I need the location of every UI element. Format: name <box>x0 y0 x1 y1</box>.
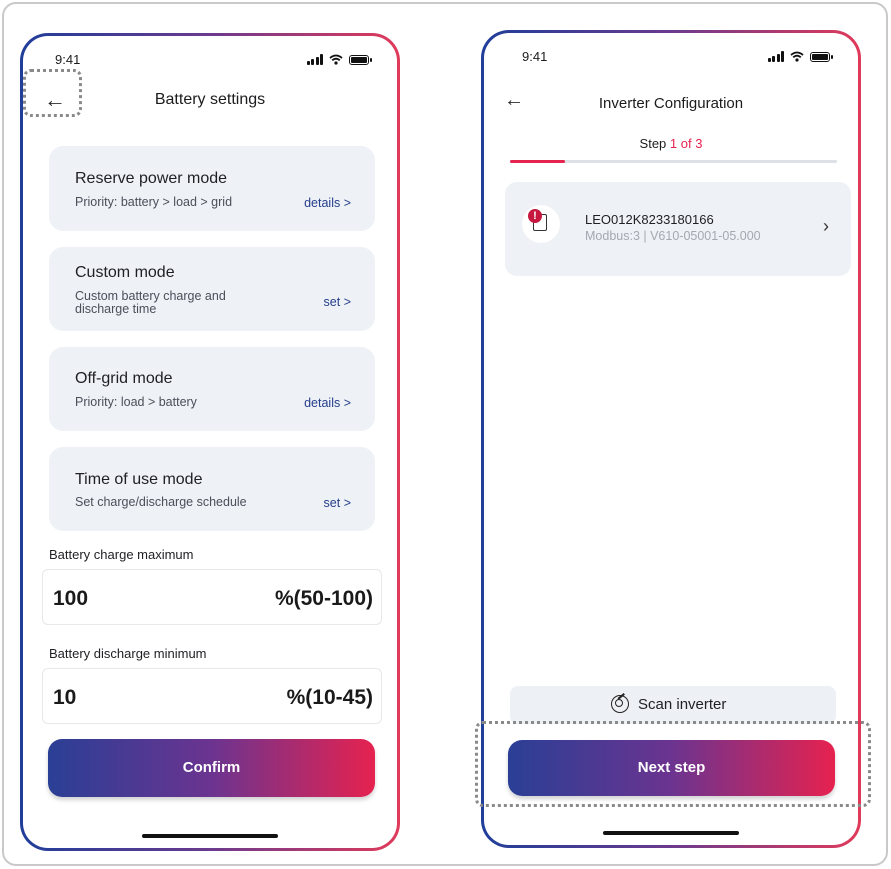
details-link[interactable]: details > <box>304 196 351 210</box>
step-progress-fill <box>510 160 565 163</box>
confirm-button[interactable]: Confirm <box>48 739 375 797</box>
mode-title: Custom mode <box>75 264 175 281</box>
step-prefix: Step <box>639 136 667 151</box>
charge-max-input[interactable]: 100 %(50-100) <box>42 569 382 625</box>
step-progress-bar <box>510 160 837 163</box>
radar-scan-icon <box>611 695 629 713</box>
mode-description: Set charge/discharge schedule <box>75 495 247 509</box>
home-indicator <box>603 831 739 835</box>
mode-title: Reserve power mode <box>75 170 228 187</box>
discharge-min-value: 10 <box>53 686 77 709</box>
next-step-highlight <box>475 721 871 807</box>
status-time: 9:41 <box>522 49 548 64</box>
inverter-avatar: ! <box>522 205 560 243</box>
inverter-details: Modbus:3 | V610-05001-05.000 <box>585 229 761 243</box>
inverter-list-item[interactable]: ! LEO012K8233180166 Modbus:3 | V610-0500… <box>505 182 851 276</box>
back-button-highlight <box>23 69 82 117</box>
status-bar: 9:41 <box>484 49 858 71</box>
mode-card-time-of-use[interactable]: Time of use mode Set charge/discharge sc… <box>49 447 375 531</box>
page-title: Inverter Configuration <box>598 95 744 112</box>
details-link[interactable]: details > <box>304 396 351 410</box>
set-link[interactable]: set > <box>324 496 351 510</box>
discharge-min-range: %(10-45) <box>286 686 373 709</box>
step-indicator: Step 1 of 3 <box>484 136 858 151</box>
discharge-min-label: Battery discharge minimum <box>49 646 207 661</box>
scan-inverter-label: Scan inverter <box>638 696 727 713</box>
status-icons <box>767 51 833 62</box>
inverter-serial: LEO012K8233180166 <box>585 212 714 227</box>
wifi-icon <box>790 51 804 62</box>
charge-max-value: 100 <box>53 587 89 610</box>
signal-icon <box>306 54 323 65</box>
mode-description-line-2: discharge time <box>75 302 157 316</box>
mode-description: Priority: load > battery <box>75 395 197 409</box>
mode-title: Time of use mode <box>75 471 203 488</box>
scan-inverter-button[interactable]: Scan inverter <box>510 686 836 724</box>
battery-icon <box>810 51 833 62</box>
set-link[interactable]: set > <box>324 295 351 309</box>
discharge-min-input[interactable]: 10 %(10-45) <box>42 668 382 724</box>
step-progress: 1 of 3 <box>669 136 703 151</box>
battery-settings-screen: 9:41 ← Battery settings Reserve power mo… <box>20 33 400 851</box>
status-icons <box>306 54 372 65</box>
mode-card-off-grid[interactable]: Off-grid mode Priority: load > battery d… <box>49 347 375 431</box>
signal-icon <box>767 51 784 62</box>
mode-description: Priority: battery > load > grid <box>75 195 233 209</box>
alert-icon: ! <box>528 209 542 223</box>
chevron-right-icon: › <box>823 216 829 236</box>
mode-title: Off-grid mode <box>75 370 173 387</box>
status-time: 9:41 <box>55 52 81 67</box>
mode-card-reserve-power[interactable]: Reserve power mode Priority: battery > l… <box>49 146 375 231</box>
mode-card-custom[interactable]: Custom mode Custom battery charge and di… <box>49 247 375 331</box>
home-indicator <box>142 834 278 838</box>
charge-max-label: Battery charge maximum <box>49 547 194 562</box>
charge-max-range: %(50-100) <box>274 587 373 610</box>
battery-icon <box>349 54 372 65</box>
wifi-icon <box>329 54 343 65</box>
